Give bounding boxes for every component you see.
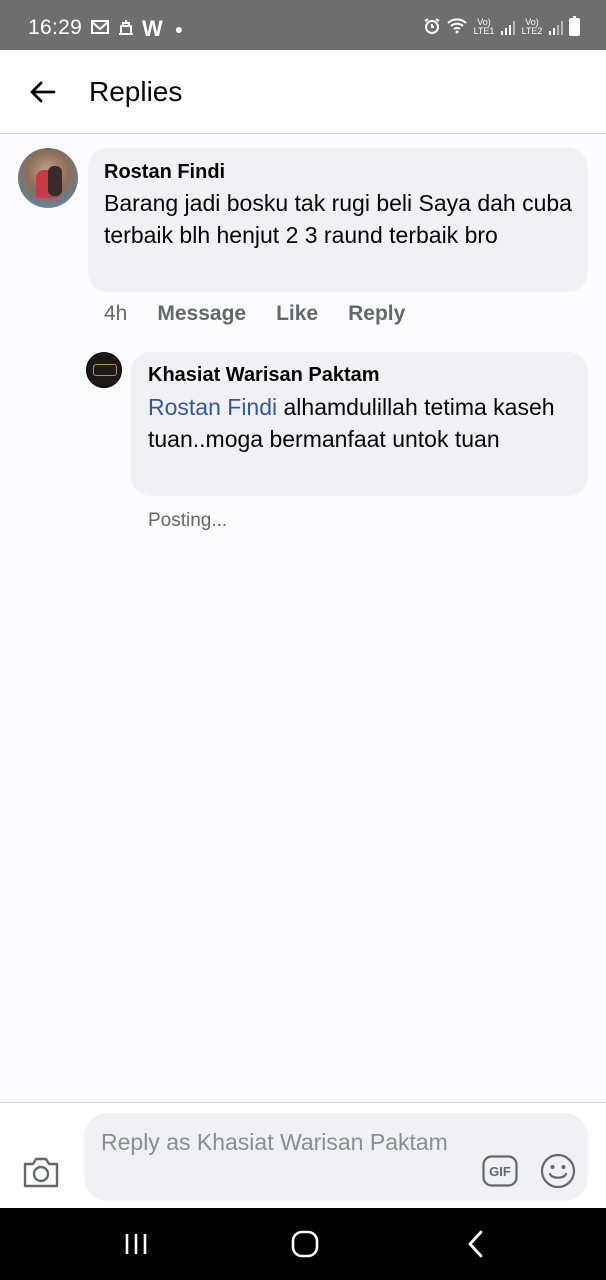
w-app-icon: W [142,16,163,41]
page-title: Replies [89,76,183,107]
back-button[interactable] [22,74,62,110]
smiley-icon [540,1153,576,1189]
status-left-icons: W ● [90,16,183,42]
notification-icon [116,18,136,41]
camera-icon [23,1157,59,1188]
home-button[interactable] [287,1228,323,1260]
comment-actions: 4h Message Like Reply [104,302,435,326]
wifi-icon [447,18,467,36]
mention-link[interactable]: Rostan Findi [148,394,277,420]
reply-input-placeholder: Reply as Khasiat Warisan Paktam [101,1129,448,1155]
message-button[interactable]: Message [157,302,246,326]
comment-author[interactable]: Rostan Findi [104,161,225,184]
gif-label: GIF [489,1164,511,1179]
reply-button[interactable]: Reply [348,302,405,326]
avatar[interactable] [86,352,122,388]
comment-text: Barang jadi bosku tak rugi beli Saya dah… [104,190,572,248]
sim1-label: Vo) LTE1 [473,17,495,36]
like-button[interactable]: Like [276,302,318,326]
sim2-label: Vo) LTE2 [521,17,543,36]
reply-author[interactable]: Khasiat Warisan Paktam [148,364,380,387]
comment-time: 4h [104,302,128,325]
more-notifications-icon: ● [174,21,184,37]
posting-status: Posting... [148,510,228,531]
signal-2-icon [549,19,563,35]
system-back-button[interactable] [460,1228,490,1260]
reply-composer: Reply as Khasiat Warisan Paktam GIF [0,1102,606,1208]
status-time: 16:29 [28,16,83,39]
reply-text: Rostan Findi alhamdulillah tetima kaseh … [148,391,578,455]
battery-icon [569,16,580,36]
replies-thread: Rostan Findi Barang jadi bosku tak rugi … [0,134,606,1102]
status-bar: 16:29 W ● Vo) LTE1 Vo) LTE2 [0,0,606,50]
home-icon [291,1230,319,1258]
emoji-button[interactable] [540,1153,576,1189]
header: Replies [0,50,606,134]
comment-bubble[interactable]: Rostan Findi Barang jadi bosku tak rugi … [88,148,588,292]
avatar[interactable] [18,148,78,208]
recent-apps-button[interactable] [118,1228,154,1260]
reply-bubble[interactable]: Khasiat Warisan Paktam Rostan Findi alha… [131,352,588,496]
reply-input[interactable]: Reply as Khasiat Warisan Paktam GIF [84,1113,588,1201]
status-right-icons: Vo) LTE1 Vo) LTE2 [423,16,580,37]
camera-button[interactable] [22,1155,62,1191]
recent-apps-icon [125,1234,147,1254]
avatar-figure [48,166,62,196]
page-logo [93,364,117,376]
gif-button[interactable]: GIF [482,1155,518,1187]
system-nav-bar [0,1208,606,1280]
alarm-icon [423,17,441,37]
gif-icon: GIF [482,1155,518,1187]
arrow-left-icon [30,81,56,103]
chevron-left-icon [468,1230,483,1258]
mail-icon [90,19,110,40]
signal-1-icon [501,19,515,35]
